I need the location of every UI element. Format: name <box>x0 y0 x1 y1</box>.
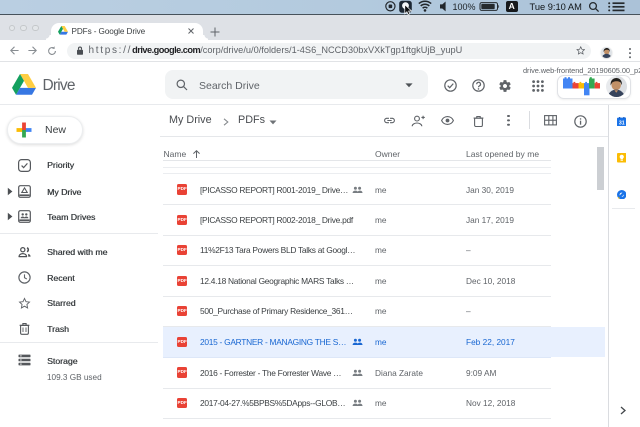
svg-text:31: 31 <box>618 120 624 126</box>
